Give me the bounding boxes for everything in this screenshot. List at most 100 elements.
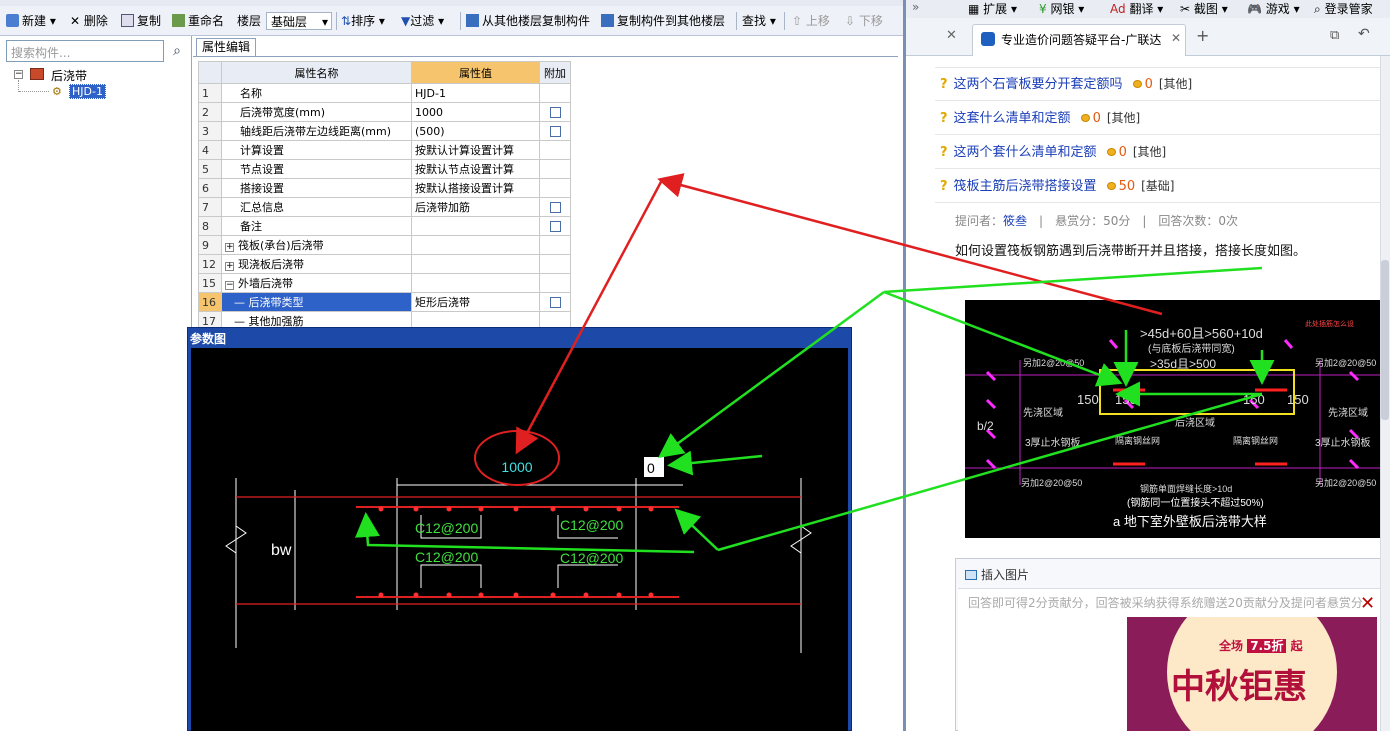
move-down-button[interactable]: ⇩ 下移 — [845, 12, 883, 30]
header-corner — [198, 61, 222, 84]
new-button[interactable]: 新建 ▾ — [6, 12, 56, 30]
ext-menu[interactable]: ▦ 扩展 ▾ — [968, 0, 1017, 17]
tree-root-label[interactable]: 后浇带 — [51, 67, 87, 84]
offset-value-label[interactable]: 0 — [647, 460, 655, 476]
property-table: 属性名称 属性值 附加 1 名称 HJD-1 2 后浇带宽度(mm) 1000 3 轴线距… — [198, 61, 571, 331]
copy-from-other-button[interactable]: 从其他楼层复制构件 — [466, 12, 590, 30]
pic-label: 150 — [1287, 392, 1309, 407]
property-value[interactable]: HJD-1 — [411, 83, 540, 103]
up-arrow-icon: ⇧ — [792, 14, 803, 28]
question-item[interactable]: ? 筏板主筋后浇带搭接设置 50 [基础] — [940, 174, 1174, 198]
ad-banner[interactable]: 全场 7.5折 起 中秋钜惠 — [1127, 617, 1377, 731]
search-icon[interactable]: ⌕ — [166, 40, 188, 62]
rebar-label: C12@200 — [415, 549, 478, 565]
close-tab-icon[interactable]: ✕ — [946, 28, 957, 43]
property-row[interactable]: 1 名称 HJD-1 — [198, 83, 571, 103]
restore-icon[interactable]: ⧉ — [1330, 28, 1339, 43]
delete-button[interactable]: ✕ 删除 — [70, 12, 108, 30]
property-row[interactable]: 4 计算设置 按默认计算设置计算 — [198, 140, 571, 160]
insert-image-button[interactable]: 插入图片 — [965, 566, 1029, 583]
sort-button[interactable]: ⇅排序 ▾ — [341, 12, 385, 30]
extra-checkbox[interactable] — [549, 126, 561, 137]
question-link[interactable]: 这两个套什么清单和定额 — [954, 145, 1097, 160]
active-browser-tab[interactable]: 专业造价问题答疑平台-广联达 ✕ — [972, 24, 1186, 56]
copy-to-other-button[interactable]: 复制构件到其他楼层 — [601, 12, 725, 30]
property-value[interactable]: 按默认节点设置计算 — [411, 159, 540, 179]
sort-label: 排序 — [351, 14, 376, 28]
property-name: 轴线距后浇带左边线距离(mm) — [221, 121, 412, 141]
layer-select[interactable]: 基础层 ▾ — [266, 12, 332, 30]
pic-label: >45d+60且>560+10d — [1140, 326, 1263, 341]
expand-icon[interactable]: + — [225, 262, 234, 271]
undo-icon[interactable]: ↶ — [1358, 26, 1370, 42]
close-tab-icon[interactable]: ✕ — [1171, 31, 1181, 45]
property-group-row[interactable]: 9 + 筏板(承台)后浇带 — [198, 235, 571, 255]
property-value[interactable]: (500) — [411, 121, 540, 141]
property-value[interactable] — [411, 216, 540, 236]
property-row[interactable]: 6 搭接设置 按默认搭接设置计算 — [198, 178, 571, 198]
property-row[interactable]: 3 轴线距后浇带左边线距离(mm) (500) — [198, 121, 571, 141]
question-body: 如何设置筏板钢筋遇到后浇带断开并且搭接，搭接长度如图。 — [955, 244, 1307, 259]
find-button[interactable]: 查找 ▾ — [742, 12, 776, 30]
parameter-diagram-title: 参数图 — [190, 332, 227, 346]
property-row[interactable]: 2 后浇带宽度(mm) 1000 — [198, 102, 571, 122]
extra-checkbox[interactable] — [549, 297, 561, 308]
move-up-button[interactable]: ⇧ 上移 — [792, 12, 830, 30]
copy-button[interactable]: 复制 — [121, 12, 161, 30]
tab-property-edit[interactable]: 属性编辑 — [196, 38, 256, 56]
property-value[interactable]: 按默认搭接设置计算 — [411, 178, 540, 198]
screenshot-menu[interactable]: ✂ 截图 ▾ — [1180, 0, 1228, 17]
property-row[interactable]: 8 备注 — [198, 216, 571, 236]
toolbar-separator — [784, 12, 785, 30]
property-row-selected[interactable]: 16— 后浇带类型 矩形后浇带 — [198, 292, 571, 312]
property-row[interactable]: 5 节点设置 按默认节点设置计算 — [198, 159, 571, 179]
property-row[interactable]: 7 汇总信息 后浇带加筋 — [198, 197, 571, 217]
asker-link[interactable]: 筱叁 — [1003, 214, 1027, 228]
collapse-icon[interactable]: − — [225, 281, 234, 290]
login-label: 登录管家 — [1324, 2, 1373, 16]
property-name-text: 后浇带类型 — [248, 296, 304, 309]
login-manager[interactable]: ⌕ 登录管家 — [1314, 0, 1373, 17]
extra-checkbox[interactable] — [549, 221, 561, 232]
property-group-row[interactable]: 15− 外墙后浇带 — [198, 273, 571, 293]
property-value[interactable]: 矩形后浇带 — [411, 292, 540, 312]
question-item[interactable]: ? 这套什么清单和定额 0 [其他] — [940, 106, 1140, 130]
property-value[interactable]: 1000 — [411, 102, 540, 122]
extra-cell — [539, 273, 571, 293]
toolbar: 新建 ▾ ✕ 删除 复制 重命名 楼层 基础层 ▾ ⇅排序 ▾ ▼过滤 ▾ 从其他… — [0, 0, 905, 36]
filter-button[interactable]: ▼过滤 ▾ — [401, 12, 444, 30]
row-divider — [935, 168, 1380, 169]
question-link[interactable]: 筏板主筋后浇带搭接设置 — [954, 179, 1097, 194]
copy-to-icon — [601, 14, 614, 27]
rename-button[interactable]: 重命名 — [172, 12, 224, 30]
property-value[interactable]: 按默认计算设置计算 — [411, 140, 540, 160]
question-link[interactable]: 这套什么清单和定额 — [954, 111, 1071, 126]
question-image[interactable]: >45d+60且>560+10d (与底板后浇带同宽) >35d且>500 此处… — [965, 300, 1380, 538]
extra-checkbox[interactable] — [549, 107, 561, 118]
translate-menu[interactable]: Ad 翻译 ▾ — [1110, 0, 1163, 17]
close-ad-icon[interactable]: ✕ — [1360, 595, 1378, 613]
tree-item-hjd1[interactable]: HJD-1 — [69, 84, 106, 99]
new-tab-icon[interactable]: + — [1196, 26, 1209, 45]
expand-icon[interactable]: + — [225, 243, 234, 252]
collapse-icon[interactable]: − — [14, 70, 23, 79]
extra-cell — [539, 178, 571, 198]
more-icon[interactable]: » — [912, 0, 919, 14]
question-item[interactable]: ? 这两个套什么清单和定额 0 [其他] — [940, 140, 1166, 164]
property-name: 搭接设置 — [221, 178, 412, 198]
extra-checkbox[interactable] — [549, 202, 561, 213]
question-item[interactable]: ? 这两个石膏板要分开套定额吗 0 [其他] — [940, 72, 1192, 96]
property-group-row[interactable]: 12 + 现浇板后浇带 — [198, 254, 571, 274]
property-value[interactable]: 后浇带加筋 — [411, 197, 540, 217]
extra-cell — [539, 197, 571, 217]
search-input[interactable]: 搜索构件... — [6, 40, 164, 62]
scrollbar-thumb[interactable] — [1381, 260, 1389, 420]
header-value: 属性值 — [411, 61, 540, 84]
question-link[interactable]: 这两个石膏板要分开套定额吗 — [954, 77, 1123, 92]
sort-icon: ⇅ — [341, 14, 352, 28]
game-menu[interactable]: 🎮 游戏 ▾ — [1247, 0, 1300, 17]
detail-drawing-svg: >45d+60且>560+10d (与底板后浇带同宽) >35d且>500 此处… — [965, 319, 1380, 529]
question-icon: ? — [940, 145, 948, 160]
move-up-label: 上移 — [805, 14, 830, 28]
bank-menu[interactable]: ¥ 网银 ▾ — [1039, 0, 1084, 17]
